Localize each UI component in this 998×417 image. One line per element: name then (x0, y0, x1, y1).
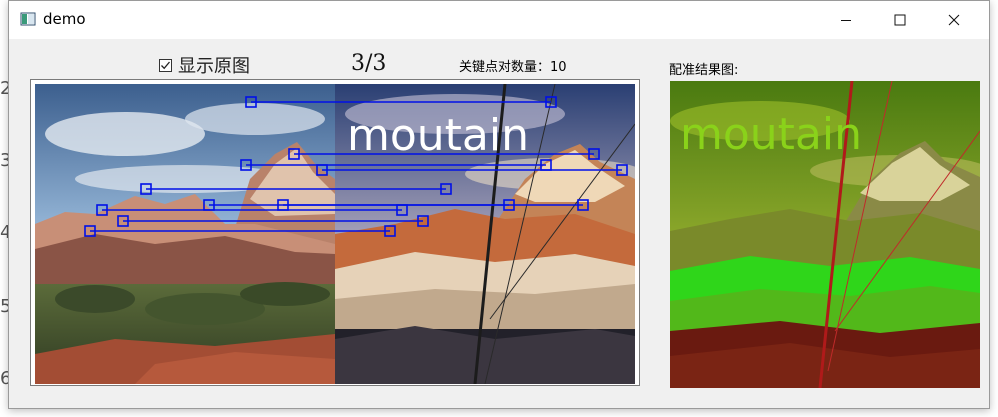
show-original-checkbox[interactable]: 显示原图 (159, 52, 250, 78)
close-button[interactable] (931, 1, 977, 39)
checkbox-box[interactable] (159, 58, 172, 72)
client-area: 显示原图 3/3 关键点对数量：10 配准结果图: moutain moutai… (9, 39, 989, 408)
show-original-label: 显示原图 (178, 56, 250, 77)
close-icon (948, 14, 960, 26)
keypoint-pairs-label: 关键点对数量：10 (459, 60, 567, 75)
registration-result-image: moutain (670, 81, 980, 388)
maximize-button[interactable] (877, 1, 923, 39)
match-viewer-frame: moutain (30, 79, 640, 386)
page-counter: 3/3 (351, 51, 387, 76)
maximize-icon (894, 14, 906, 26)
app-window: demo 显示原图 3/3 关键点对数量：10 配准结果图: moutain m… (8, 0, 990, 409)
match-image-canvas: moutain (35, 84, 635, 384)
window-title: demo (43, 10, 86, 28)
left-photo (35, 84, 335, 384)
minimize-icon (841, 20, 851, 21)
title-bar[interactable]: demo (9, 1, 989, 39)
result-watermark: moutain (680, 109, 862, 160)
result-image-label: 配准结果图: (669, 63, 739, 78)
checkmark-icon (161, 61, 170, 69)
minimize-button[interactable] (823, 1, 869, 39)
right-photo: moutain (335, 84, 635, 384)
app-window-icon (20, 12, 36, 26)
